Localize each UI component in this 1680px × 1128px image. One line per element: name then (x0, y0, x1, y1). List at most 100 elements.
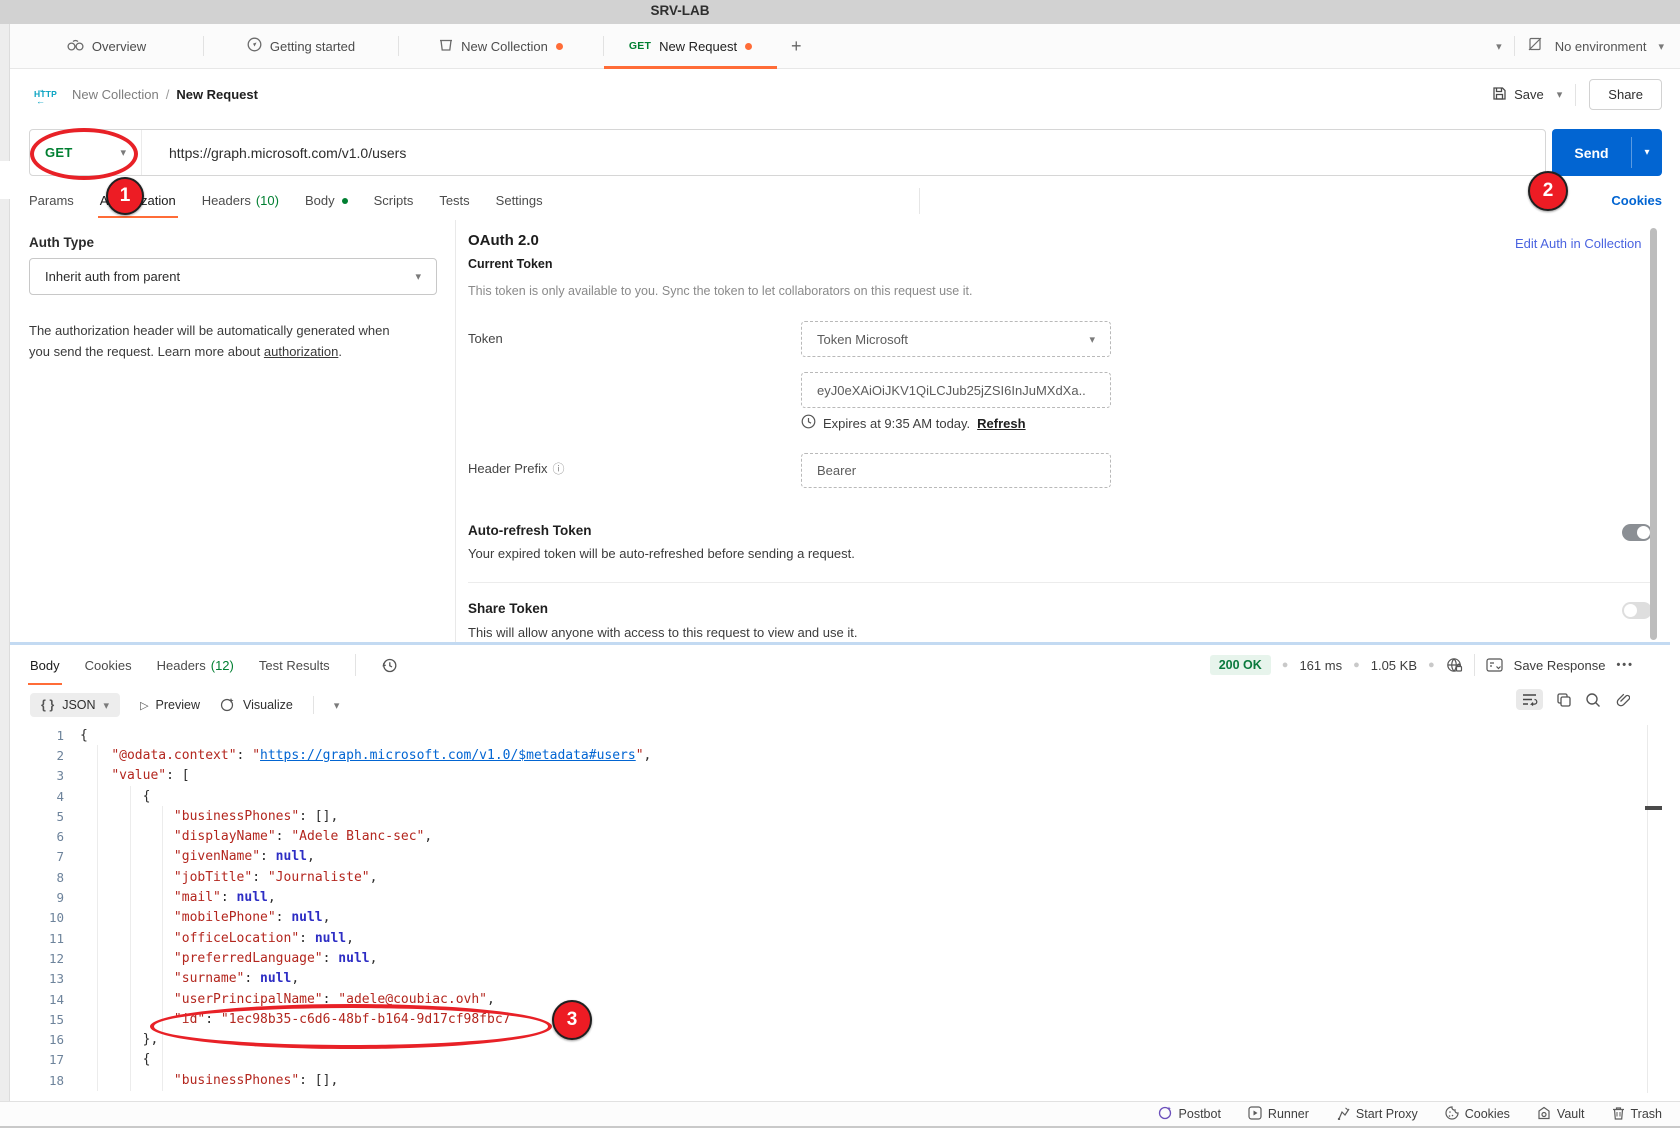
refresh-token-link[interactable]: Refresh (977, 416, 1025, 431)
statusbar-label: Vault (1557, 1107, 1585, 1121)
expires-text: Expires at 9:35 AM today. (823, 416, 970, 431)
annotation-circle-id (150, 1004, 552, 1049)
code-text: }, (80, 1032, 158, 1047)
line-number: 17 (10, 1052, 80, 1067)
search-icon[interactable] (1585, 692, 1601, 708)
info-icon[interactable]: ⓘ (552, 462, 564, 476)
tab-label: Tests (439, 193, 469, 208)
token-value-field[interactable]: eyJ0eXAiOiJKV1QiLCJub25jZSI6InJuMXdXa... (801, 372, 1111, 408)
authorization-link[interactable]: authorization (264, 344, 338, 359)
tab-getting-started[interactable]: Getting started (204, 24, 398, 68)
tab-test-results[interactable]: Test Results (259, 645, 330, 685)
postbot-button[interactable]: Postbot (1158, 1105, 1221, 1123)
auto-refresh-desc: Your expired token will be auto-refreshe… (468, 546, 855, 561)
response-size[interactable]: 1.05 KB (1371, 658, 1417, 673)
body-dot (342, 198, 348, 204)
play-icon: ▷ (140, 699, 148, 712)
tab-label: Test Results (259, 658, 330, 673)
code-text: { (80, 728, 88, 743)
json-url-link[interactable]: https://graph.microsoft.com/v1.0/$metada… (260, 748, 636, 763)
tab-label: Overview (92, 39, 146, 54)
header-prefix-text: Header Prefix (468, 461, 547, 476)
save-button[interactable]: Save (1492, 86, 1544, 104)
url-input[interactable]: https://graph.microsoft.com/v1.0/users (142, 130, 1545, 175)
code-line: 4 { (10, 786, 1670, 806)
more-options-icon[interactable]: ••• (1616, 659, 1634, 671)
tab-response-headers[interactable]: Headers(12) (157, 645, 234, 685)
preview-button[interactable]: ▷ Preview (140, 698, 200, 712)
tab-new-request[interactable]: GET New Request (604, 24, 777, 68)
wrap-text-icon[interactable] (1516, 689, 1543, 710)
tab-response-cookies[interactable]: Cookies (85, 645, 132, 685)
token-select[interactable]: Token Microsoft ▾ (801, 321, 1111, 357)
save-label: Save (1514, 87, 1544, 102)
tab-list-chevron-icon[interactable]: ▾ (1496, 40, 1502, 53)
code-line: 6 "displayName": "Adele Blanc-sec", (10, 826, 1670, 846)
format-selector[interactable]: { } JSON ▾ (30, 693, 120, 717)
tab-label: New Request (659, 39, 737, 54)
cookies-link[interactable]: Cookies (1611, 193, 1662, 208)
headers-count: (12) (211, 658, 234, 673)
copy-icon[interactable] (1556, 692, 1572, 708)
preview-label: Preview (156, 698, 200, 712)
save-response-button[interactable]: Save Response (1514, 658, 1606, 673)
network-info-icon[interactable] (1446, 657, 1463, 674)
toolbar-chevron-icon[interactable]: ▾ (334, 699, 340, 712)
scrollbar[interactable] (1650, 228, 1657, 640)
visualize-button[interactable]: Visualize (220, 696, 293, 715)
tab-params[interactable]: Params (29, 181, 74, 220)
auth-type-select[interactable]: Inherit auth from parent ▾ (29, 258, 437, 295)
overview-icon (67, 38, 84, 55)
auto-refresh-title: Auto-refresh Token (468, 523, 592, 538)
unsaved-dot (556, 43, 563, 50)
tab-tests[interactable]: Tests (439, 181, 469, 220)
tab-body[interactable]: Body (305, 181, 348, 220)
edit-auth-link[interactable]: Edit Auth in Collection (1515, 236, 1641, 251)
cookies-button[interactable]: Cookies (1445, 1106, 1510, 1123)
vault-button[interactable]: Vault (1537, 1106, 1585, 1123)
share-token-toggle[interactable] (1622, 602, 1652, 619)
tab-response-body[interactable]: Body (30, 645, 60, 685)
link-icon[interactable] (1614, 692, 1630, 708)
runner-button[interactable]: Runner (1248, 1106, 1309, 1123)
auto-refresh-toggle[interactable] (1622, 524, 1652, 541)
new-tab-button[interactable]: + (777, 24, 816, 68)
breadcrumb-current[interactable]: New Request (176, 87, 258, 102)
tab-headers[interactable]: Headers(10) (202, 181, 279, 220)
postbot-icon (1158, 1105, 1173, 1123)
save-icon (1492, 86, 1507, 104)
start-proxy-button[interactable]: Start Proxy (1336, 1106, 1418, 1123)
code-text: "officeLocation": null, (80, 931, 354, 946)
sidebar-edge (0, 24, 10, 1126)
breadcrumb-parent[interactable]: New Collection (72, 87, 159, 102)
environment-selector[interactable]: No environment (1555, 39, 1647, 54)
auth-type-value: Inherit auth from parent (45, 269, 180, 284)
share-button[interactable]: Share (1589, 79, 1662, 110)
status-badge[interactable]: 200 OK (1210, 655, 1271, 675)
environment-chevron-icon[interactable]: ▾ (1658, 40, 1664, 53)
visualize-icon (220, 696, 236, 715)
token-select-chevron-icon: ▾ (1089, 333, 1095, 346)
postman-window: SRV-LAB Overview Getting started New Col… (0, 0, 1680, 1128)
tab-new-collection[interactable]: New Collection (399, 24, 603, 68)
line-number: 1 (10, 728, 80, 743)
tab-scripts[interactable]: Scripts (374, 181, 414, 220)
tab-overview[interactable]: Overview (10, 24, 203, 68)
auth-description: The authorization header will be automat… (29, 320, 469, 362)
header-prefix-field[interactable]: Bearer (801, 453, 1111, 488)
save-dropdown-chevron-icon[interactable]: ▾ (1557, 88, 1563, 101)
response-time[interactable]: 161 ms (1299, 658, 1342, 673)
line-number: 6 (10, 829, 80, 844)
cookie-icon (1445, 1106, 1459, 1123)
send-button[interactable]: Send ▾ (1552, 129, 1662, 176)
response-history-icon[interactable] (381, 657, 398, 674)
tab-label: Body (30, 658, 60, 673)
send-options-chevron-icon[interactable]: ▾ (1632, 129, 1662, 176)
tab-settings[interactable]: Settings (496, 181, 543, 220)
code-scroll-track[interactable] (1647, 725, 1648, 1093)
tab-label: New Collection (461, 39, 548, 54)
braces-icon: { } (41, 698, 54, 712)
line-number: 7 (10, 849, 80, 864)
trash-button[interactable]: Trash (1612, 1106, 1663, 1123)
code-scroll-marker[interactable] (1645, 806, 1662, 810)
